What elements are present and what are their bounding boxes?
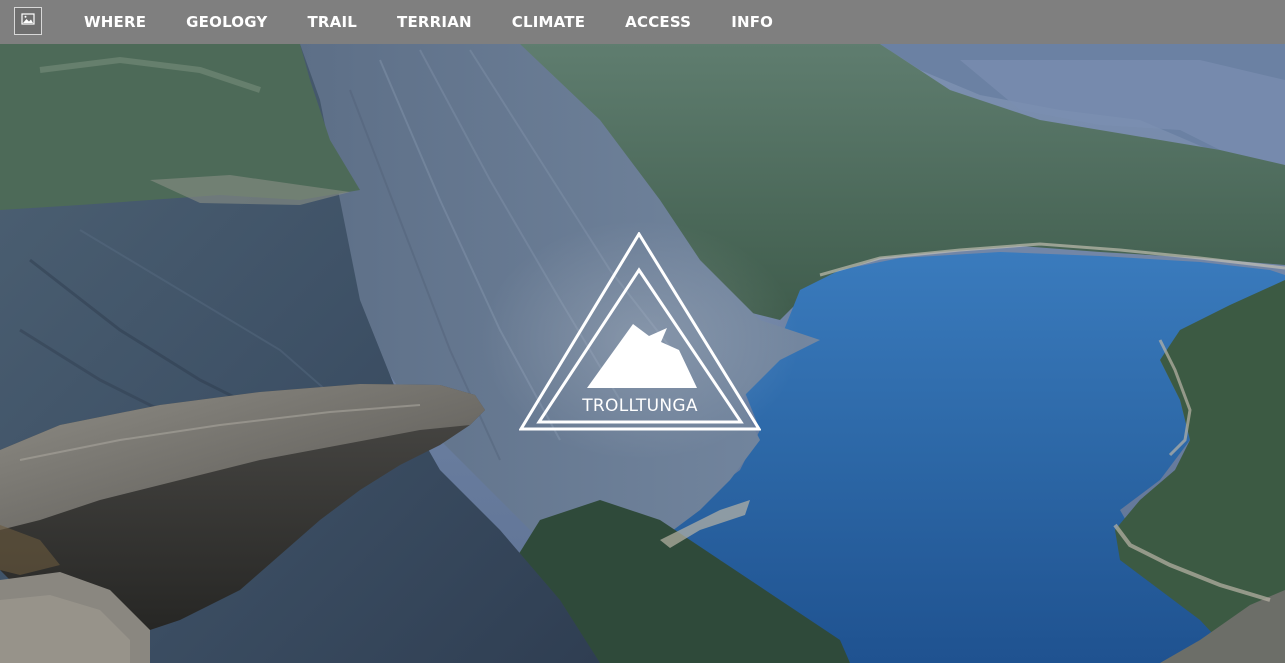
brand-logo: TROLLTUNGA [518,231,762,432]
top-navbar: WHERE GEOLOGY TRAIL TERRIAN CLIMATE ACCE… [0,0,1285,44]
nav-link-climate[interactable]: CLIMATE [512,13,585,31]
brand-name: TROLLTUNGA [582,396,698,416]
nav-link-trail[interactable]: TRAIL [308,13,358,31]
nav-link-access[interactable]: ACCESS [625,13,691,31]
nav-links: WHERE GEOLOGY TRAIL TERRIAN CLIMATE ACCE… [84,0,813,44]
nav-link-where[interactable]: WHERE [84,13,146,31]
nav-logo-button[interactable] [14,7,42,35]
nav-link-geology[interactable]: GEOLOGY [186,13,267,31]
image-icon [21,12,35,30]
nav-link-terrian[interactable]: TERRIAN [397,13,472,31]
page: WHERE GEOLOGY TRAIL TERRIAN CLIMATE ACCE… [0,0,1285,663]
nav-link-info[interactable]: INFO [731,13,773,31]
